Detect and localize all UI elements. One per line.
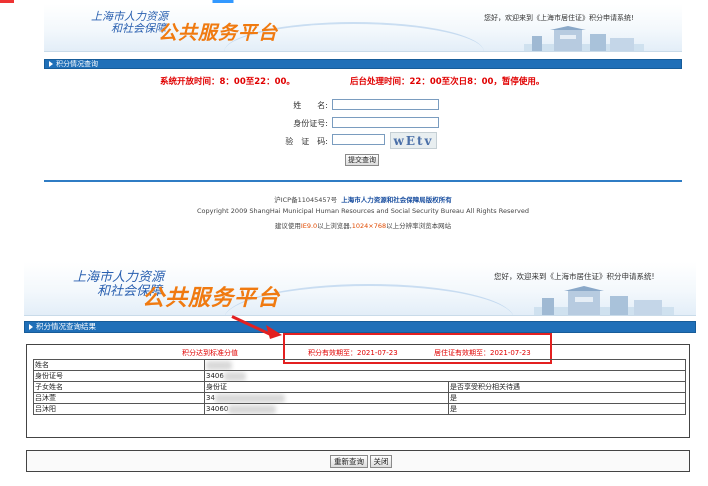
name-row-label: 姓名 (33, 359, 205, 371)
building-illustration (524, 26, 644, 51)
requery-button[interactable]: 重新查询 (330, 455, 368, 468)
bottom-section-bar: 积分情况查询结果 (24, 321, 696, 333)
footer-line1: 沪ICP备11045457号 上海市人力资源和社会保障局版权所有 (44, 194, 682, 204)
section-arrow-icon (49, 61, 53, 67)
captcha-input[interactable] (332, 134, 385, 145)
suggest-prefix: 建议使用 (274, 222, 301, 230)
table-row: 吕沐阳 34060 是 (33, 403, 686, 415)
top-header-banner: 上海市人力资源 和社会保障 公共服务平台 您好，欢迎来到《上海市居住证》积分申请… (44, 4, 682, 52)
table-row: 身份证号 3406 (33, 370, 686, 382)
captcha-image[interactable]: wEtv (390, 132, 437, 149)
child-name-cell: 吕沐阳 (33, 403, 205, 415)
bottom-logo-title: 公共服务平台 (142, 286, 281, 311)
footer-copyright: Copyright 2009 ShangHai Municipal Human … (196, 207, 530, 215)
child-id-cell: 34060 (204, 403, 449, 415)
child-id-header: 身份证 (204, 381, 449, 393)
footer-owner-link[interactable]: 上海市人力资源和社会保障局版权所有 (341, 196, 452, 204)
child-benefit-cell: 是 (448, 403, 686, 415)
redacted-blur (206, 360, 232, 370)
top-logo-text: 上海市人力资源 和社会保障 (58, 11, 168, 34)
suggest-suffix: 以上分辨率浏览本网站 (386, 222, 452, 230)
highlight-arrow-head (266, 325, 282, 339)
id-input[interactable] (332, 117, 439, 128)
top-welcome-text: 您好，欢迎来到《上海市居住证》积分申请系统! (484, 14, 634, 22)
table-row: 姓名 (33, 359, 686, 371)
child-name-header: 子女姓名 (33, 381, 205, 393)
top-section-title: 积分情况查询 (56, 60, 98, 68)
id-row-value: 3406 (204, 370, 686, 382)
id-label: 身份证号: (293, 119, 328, 128)
redacted-blur (223, 371, 246, 381)
top-section-bar: 积分情况查询 (44, 59, 682, 69)
suggest-ie: IE9.0 (300, 222, 318, 230)
name-label: 姓 名: (293, 101, 328, 110)
child-benefit-cell: 是 (448, 392, 686, 404)
child-name-cell: 吕沐萱 (33, 392, 205, 404)
footer-suggest: 建议使用IE9.0以上浏览器,1024×768以上分辨率浏览本网站 (44, 220, 682, 230)
top-logo-title: 公共服务平台 (158, 22, 279, 44)
redacted-blur (214, 393, 285, 403)
bottom-welcome-text: 您好，欢迎来到《上海市居住证》积分申请系统! (494, 272, 655, 281)
name-input[interactable] (332, 99, 439, 110)
result-table: 姓名 身份证号 3406 子女姓名 身份证 是否享受积分相关待遇 吕沐萱 34 … (33, 359, 686, 415)
suggest-mid: 以上浏览器, (317, 222, 352, 230)
bottom-header-banner: 上海市人力资源 和社会保障 公共服务平台 您好，欢迎来到《上海市居住证》积分申请… (24, 262, 696, 316)
section-arrow-icon (29, 324, 33, 330)
child-benefit-header: 是否享受积分相关待遇 (448, 381, 686, 393)
redacted-blur (228, 404, 277, 414)
notice-process-time: 后台处理时间：22：00至次日8：00，暂停使用。 (350, 77, 545, 87)
notice-open-time: 系统开放时间：8：00至22：00。 (160, 77, 295, 87)
captcha-label: 验 证 码: (285, 137, 328, 146)
building-illustration (534, 286, 674, 315)
table-header-row: 子女姓名 身份证 是否享受积分相关待遇 (33, 381, 686, 393)
footer-icp: 沪ICP备11045457号 (274, 196, 338, 204)
child-id-cell: 34 (204, 392, 449, 404)
score-status: 积分达到标准分值 (182, 349, 238, 357)
logo-line2: 和社会保障 (111, 21, 166, 35)
table-row: 吕沐萱 34 是 (33, 392, 686, 404)
bottom-section-title: 积分情况查询结果 (36, 322, 96, 331)
close-button[interactable]: 关闭 (370, 455, 392, 468)
logo-line1: 上海市人力资源 (91, 10, 168, 23)
footer-separator (44, 180, 682, 182)
name-row-value (204, 359, 686, 371)
browser-top-stripe (0, 0, 708, 3)
suggest-res: 1024×768 (351, 222, 387, 230)
id-row-label: 身份证号 (33, 370, 205, 382)
submit-query-button[interactable]: 提交查询 (345, 154, 379, 166)
